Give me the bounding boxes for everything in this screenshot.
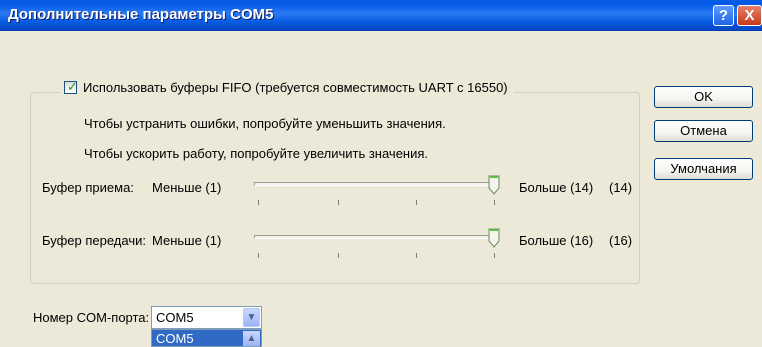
checkmark-icon: ✓	[67, 78, 78, 94]
close-button[interactable]: X	[737, 5, 762, 26]
receive-buffer-tick	[494, 200, 495, 205]
receive-buffer-max-label: Больше (14)	[519, 180, 594, 195]
receive-buffer-slider-thumb[interactable]	[488, 175, 500, 195]
hint-reduce-errors: Чтобы устранить ошибки, попробуйте умень…	[84, 116, 446, 131]
receive-buffer-slider-track[interactable]	[254, 182, 498, 186]
transmit-buffer-tick	[494, 253, 495, 258]
transmit-buffer-min-label: Меньше (1)	[152, 233, 222, 248]
chevron-up-icon[interactable]: ▲	[243, 331, 260, 346]
window-title: Дополнительные параметры COM5	[8, 6, 274, 23]
hint-speed-up: Чтобы ускорить работу, попробуйте увелич…	[84, 146, 429, 161]
fifo-checkbox-row[interactable]: ✓ Использовать буферы FIFO (требуется со…	[60, 78, 514, 96]
transmit-buffer-tick	[258, 253, 259, 258]
defaults-button[interactable]: Умолчания	[654, 158, 753, 180]
com-port-option[interactable]: COM5 ▲	[151, 329, 262, 347]
transmit-buffer-max-label: Больше (16)	[519, 233, 594, 248]
cancel-button[interactable]: Отмена	[654, 120, 753, 142]
com-port-select[interactable]: COM5 ▼	[151, 306, 262, 329]
receive-buffer-label: Буфер приема:	[42, 180, 134, 195]
transmit-buffer-tick	[338, 253, 339, 258]
help-button[interactable]: ?	[713, 5, 734, 26]
ok-button[interactable]: OK	[654, 86, 753, 108]
receive-buffer-tick	[338, 200, 339, 205]
title-bar[interactable]: Дополнительные параметры COM5 ? X	[0, 0, 762, 31]
dialog-window: Дополнительные параметры COM5 ? X ✓ Испо…	[0, 0, 762, 347]
receive-buffer-min-label: Меньше (1)	[152, 180, 222, 195]
transmit-buffer-tick	[416, 253, 417, 258]
transmit-buffer-value: (16)	[609, 233, 633, 248]
com-port-option-label: COM5	[156, 331, 194, 346]
receive-buffer-tick	[258, 200, 259, 205]
com-port-selected-value: COM5	[156, 310, 194, 325]
transmit-buffer-slider-track[interactable]	[254, 235, 498, 239]
fifo-checkbox-label: Использовать буферы FIFO (требуется совм…	[83, 79, 508, 95]
receive-buffer-value: (14)	[609, 180, 633, 195]
transmit-buffer-label: Буфер передачи:	[42, 233, 146, 248]
transmit-buffer-slider-thumb[interactable]	[488, 228, 500, 248]
receive-buffer-tick	[416, 200, 417, 205]
com-port-label: Номер COM-порта:	[33, 310, 150, 325]
chevron-down-icon[interactable]: ▼	[243, 308, 260, 327]
fifo-checkbox[interactable]: ✓	[64, 78, 78, 94]
